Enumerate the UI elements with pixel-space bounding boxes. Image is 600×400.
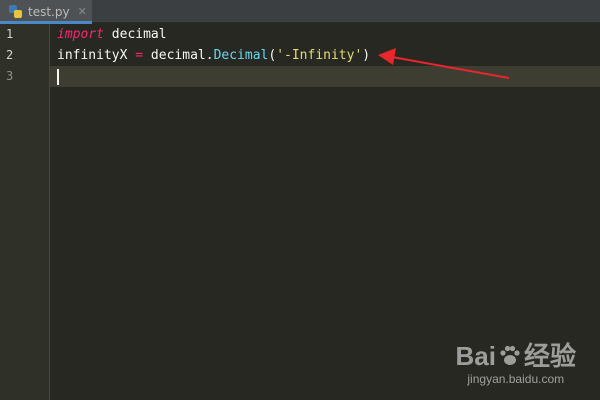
tab-test-py[interactable]: test.py ✕ <box>0 0 92 24</box>
code-token-plain: decimal. <box>143 48 214 63</box>
code-token-plain: ) <box>362 48 371 63</box>
code-token-string: '-Infinity' <box>276 48 363 63</box>
code-token-keyword: import <box>57 27 104 42</box>
editor-tab-bar: test.py ✕ <box>0 0 600 24</box>
close-icon[interactable]: ✕ <box>78 6 87 17</box>
watermark-logo-right: 经验 <box>523 341 576 371</box>
watermark-url: jingyan.baidu.com <box>467 372 565 386</box>
text-caret <box>57 69 59 85</box>
code-line-1[interactable]: import decimal <box>57 24 167 45</box>
baidu-jingyan-watermark: Bai 经验 jingyan.baidu.com <box>456 343 576 386</box>
code-token-plain: infinityX <box>57 48 136 63</box>
watermark-logo-left: Bai <box>455 341 496 371</box>
code-token-plain: decimal <box>103 27 167 42</box>
paw-icon <box>500 345 520 365</box>
code-token-plain: ( <box>268 48 277 63</box>
code-line-2[interactable]: infinityX = decimal.Decimal('-Infinity') <box>57 45 370 66</box>
current-line-highlight <box>0 66 600 87</box>
code-token-class: Decimal <box>213 48 269 63</box>
line-number-gutter: 1 2 3 <box>0 24 50 400</box>
python-file-icon <box>9 4 23 19</box>
line-number: 2 <box>6 48 14 62</box>
line-number: 1 <box>6 27 14 41</box>
code-token-operator: = <box>135 48 144 63</box>
watermark-logo: Bai 经验 <box>456 343 576 369</box>
tab-title: test.py <box>28 4 70 19</box>
line-number: 3 <box>6 69 14 83</box>
